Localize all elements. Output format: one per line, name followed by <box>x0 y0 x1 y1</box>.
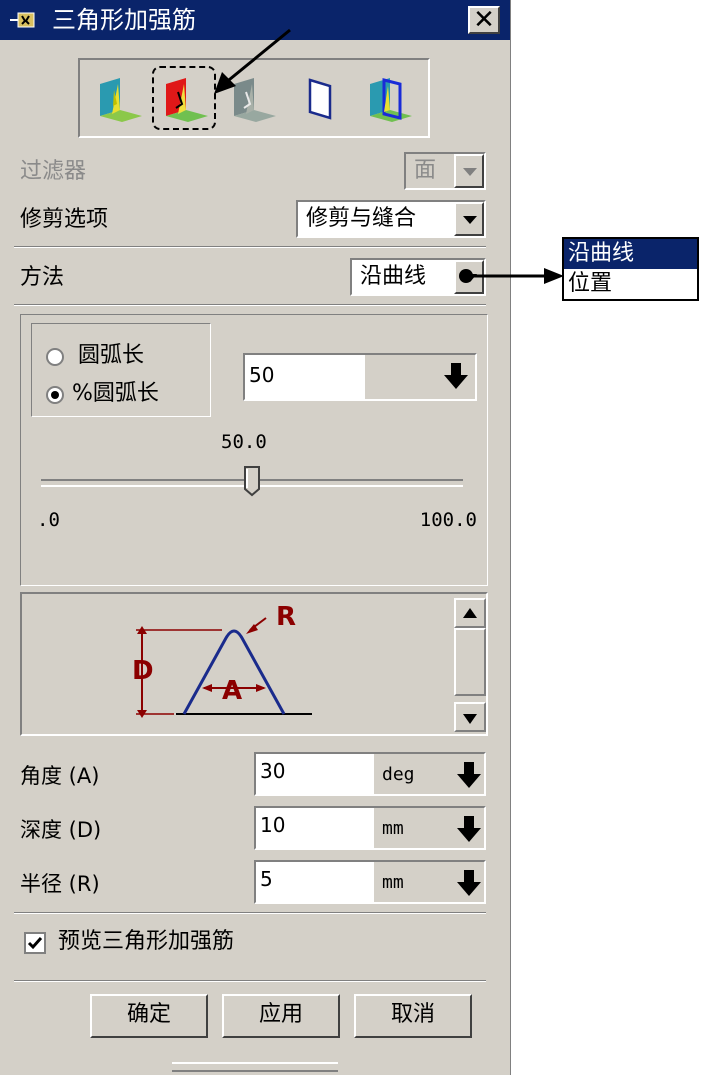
window-title: 三角形加强筋 <box>52 6 196 34</box>
arc-length-label: 圆弧长 <box>78 343 145 368</box>
triangle-down-icon <box>463 714 477 724</box>
angle-field[interactable]: 30 deg <box>254 752 486 796</box>
preview-checkbox[interactable] <box>24 932 46 954</box>
rib-diagram-panel: R D A <box>20 592 488 736</box>
checkmark-icon <box>27 937 43 950</box>
filter-dropdown: 面 <box>404 152 486 190</box>
app-icon <box>10 12 35 28</box>
method-label: 方法 <box>20 265 65 290</box>
plane-outline-icon[interactable] <box>294 70 350 126</box>
option-along-curve[interactable]: 沿曲线 <box>564 239 697 269</box>
rib-plane-icon[interactable] <box>360 70 416 126</box>
arc-length-radio[interactable] <box>46 348 64 366</box>
ok-button[interactable]: 确定 <box>90 994 208 1038</box>
chevron-down-icon <box>454 154 484 188</box>
radius-field[interactable]: 5 mm <box>254 860 486 904</box>
percent-arc-length-label: %圆弧长 <box>72 381 159 406</box>
trim-label: 修剪选项 <box>20 207 109 232</box>
depth-field[interactable]: 10 mm <box>254 806 486 850</box>
depth-label: 深度 (D) <box>20 818 102 842</box>
radio-selected-dot <box>51 391 59 399</box>
slider-current-value: 50.0 <box>221 431 267 453</box>
rib-face-icon[interactable] <box>90 70 146 126</box>
slider-thumb[interactable] <box>243 465 261 497</box>
position-group: 圆弧长 %圆弧长 50 50.0 .0 100.0 <box>20 314 488 586</box>
depth-value[interactable]: 10 <box>260 812 285 838</box>
option-position[interactable]: 位置 <box>564 269 697 299</box>
scroll-down-button[interactable] <box>454 702 486 732</box>
triangle-up-icon <box>463 608 477 618</box>
arrow-down-icon[interactable] <box>443 361 469 391</box>
scroll-up-button[interactable] <box>454 598 486 628</box>
arrow-down-icon[interactable] <box>456 760 482 790</box>
apply-button[interactable]: 应用 <box>222 994 340 1038</box>
angle-label: 角度 (A) <box>20 764 100 788</box>
position-value[interactable]: 50 <box>249 363 274 387</box>
scroll-thumb[interactable] <box>454 628 486 696</box>
position-value-field[interactable]: 50 <box>243 353 477 401</box>
arrow-down-icon[interactable] <box>456 814 482 844</box>
divider <box>14 912 486 914</box>
resize-grip[interactable] <box>172 1062 338 1072</box>
slider-max-label: 100.0 <box>419 509 477 531</box>
diagram-scrollbar[interactable] <box>454 598 486 732</box>
cancel-button[interactable]: 取消 <box>354 994 472 1038</box>
filter-label: 过滤器 <box>20 159 87 184</box>
radius-label: 半径 (R) <box>20 872 100 896</box>
radius-label-r: R <box>276 602 297 632</box>
rib-dialog: 三角形加强筋 ✕ 过滤器 面 修剪选项 修剪与缝合 方法 沿曲线 圆弧长 %圆弧… <box>0 0 511 1075</box>
callout-arrow-icon <box>459 268 564 284</box>
trim-value: 修剪与缝合 <box>306 206 417 231</box>
divider <box>14 304 486 306</box>
slider-min-label: .0 <box>37 509 60 531</box>
depth-unit: mm <box>382 818 404 839</box>
close-button[interactable]: ✕ <box>468 6 500 34</box>
trim-dropdown[interactable]: 修剪与缝合 <box>296 200 486 238</box>
preview-label: 预览三角形加强筋 <box>58 929 235 954</box>
percent-arc-length-radio[interactable] <box>46 386 64 404</box>
radius-input-bg <box>256 862 374 902</box>
angle-unit: deg <box>382 764 415 785</box>
divider <box>14 980 486 982</box>
angle-value[interactable]: 30 <box>260 758 285 784</box>
annotation-arrow-icon <box>214 28 291 94</box>
radius-value[interactable]: 5 <box>260 866 273 892</box>
method-value: 沿曲线 <box>360 264 427 289</box>
radius-unit: mm <box>382 872 404 893</box>
divider <box>14 246 486 248</box>
arc-mode-group: 圆弧长 %圆弧长 <box>31 323 211 417</box>
filter-value: 面 <box>414 158 437 183</box>
chevron-down-icon[interactable] <box>454 202 484 236</box>
angle-label-a: A <box>222 676 243 706</box>
method-options-list: 沿曲线 位置 <box>562 237 699 301</box>
depth-label-d: D <box>132 656 154 686</box>
arrow-down-icon[interactable] <box>456 868 482 898</box>
